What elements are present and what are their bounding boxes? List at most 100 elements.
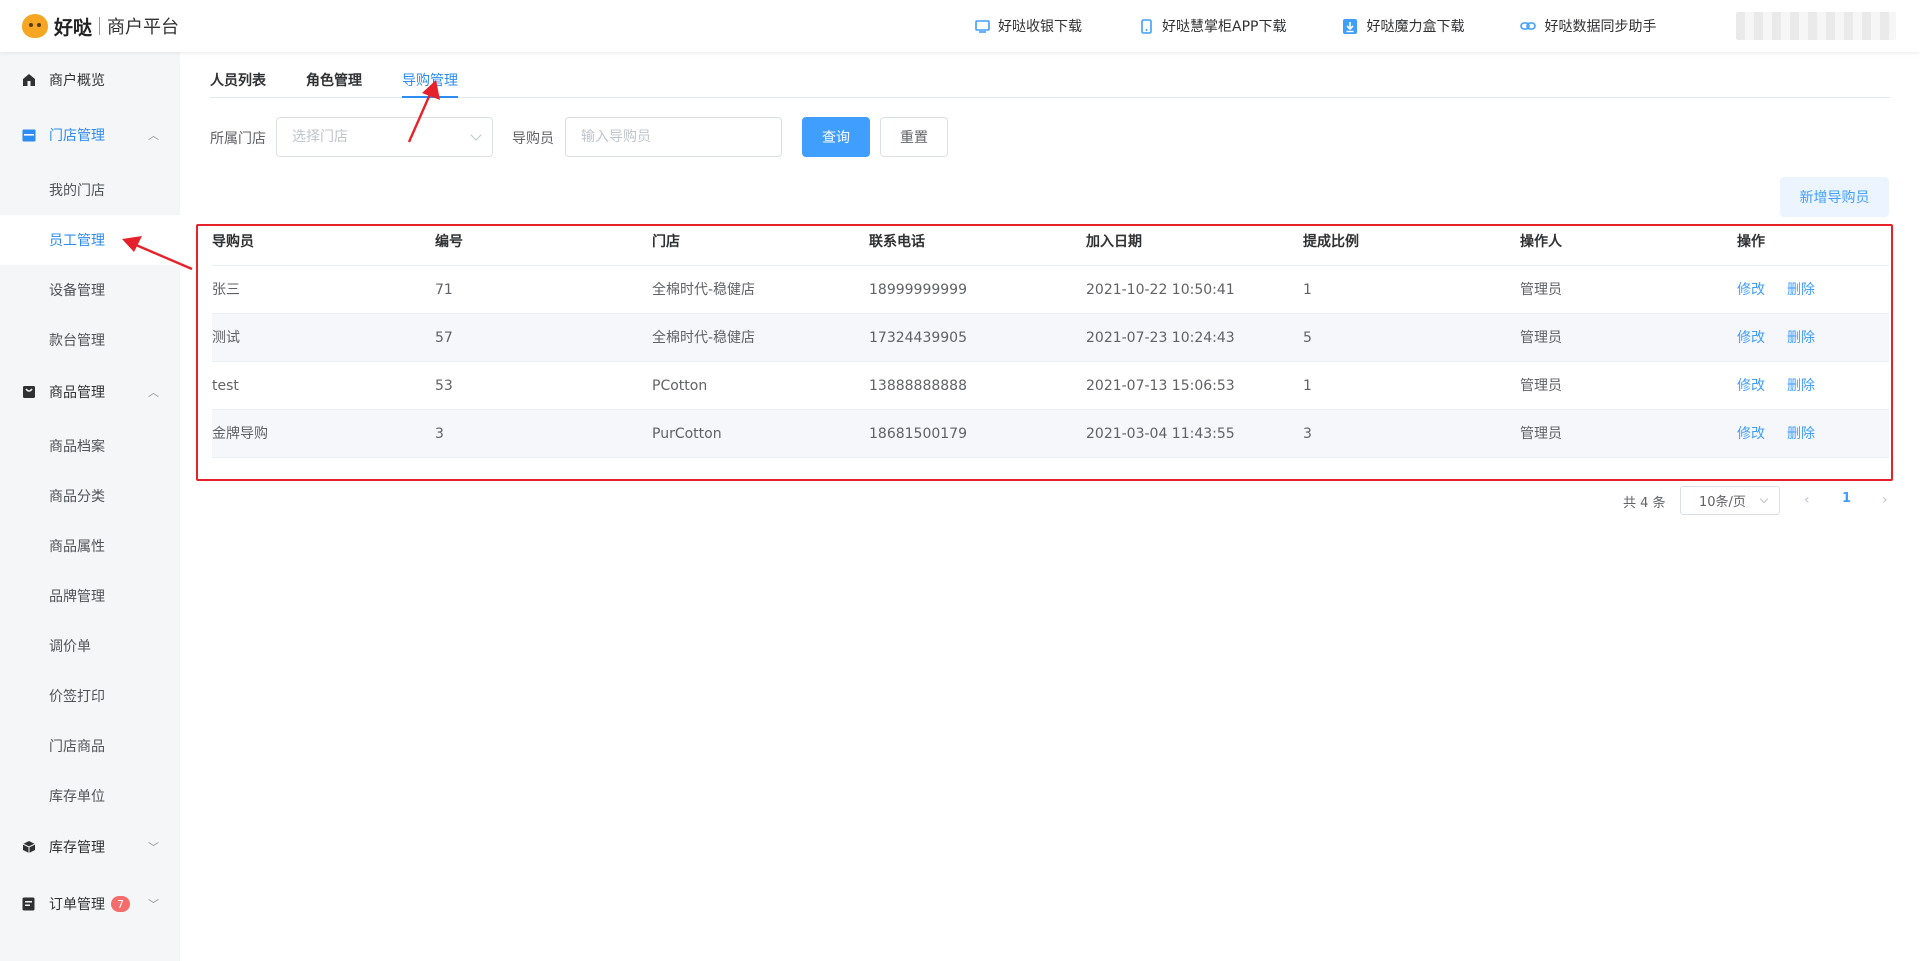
cell-name: test	[212, 378, 239, 394]
header-link-magicbox-download[interactable]: 好哒魔力盒下载	[1342, 16, 1464, 36]
sidebar-item-stock-unit[interactable]: 库存单位	[0, 771, 180, 821]
sidebar-item-goods-attribute[interactable]: 商品属性	[0, 521, 180, 571]
add-guide-button[interactable]: 新增导购员	[1780, 177, 1889, 217]
sidebar-group-stock[interactable]: 库存管理 ﹀	[0, 822, 180, 872]
sidebar-item-label: 我的门店	[49, 183, 105, 199]
sidebar-item-label: 门店管理	[49, 128, 105, 144]
brand-name: 好哒	[54, 16, 93, 39]
store-icon	[21, 128, 36, 143]
brand-logo[interactable]: 好哒 商户平台	[22, 13, 179, 39]
tab-role-mgmt[interactable]: 角色管理	[306, 70, 362, 98]
header-link-sync-assistant[interactable]: 好哒数据同步助手	[1520, 16, 1656, 36]
cell-date: 2021-07-23 10:24:43	[1086, 330, 1235, 346]
table-highlight-frame: 导购员 编号 门店 联系电话 加入日期 提成比例 操作人 操作 张三 71 全棉…	[196, 224, 1893, 481]
edit-link[interactable]: 修改	[1737, 314, 1765, 362]
sidebar-group-goods[interactable]: 商品管理 ︿	[0, 367, 180, 417]
sidebar-item-label: 调价单	[49, 639, 91, 655]
table-row: 金牌导购 3 PurCotton 18681500179 2021-03-04 …	[212, 410, 1889, 458]
logo-icon	[22, 14, 48, 38]
chevron-up-icon: ︿	[148, 386, 159, 399]
monitor-icon	[974, 18, 990, 34]
sidebar-item-goods-archive[interactable]: 商品档案	[0, 421, 180, 471]
sidebar-item-device[interactable]: 设备管理	[0, 265, 180, 315]
goods-icon	[21, 385, 36, 400]
query-button[interactable]: 查询	[802, 117, 870, 157]
phone-icon	[1138, 18, 1154, 34]
tab-guide-mgmt[interactable]: 导购管理	[402, 70, 458, 98]
store-select[interactable]	[276, 117, 493, 157]
cell-code: 3	[435, 426, 444, 442]
cell-name: 张三	[212, 282, 240, 298]
sidebar-item-price-tag-print[interactable]: 价签打印	[0, 671, 180, 721]
chevron-down-icon: ﹀	[148, 898, 159, 911]
cell-date: 2021-03-04 11:43:55	[1086, 426, 1235, 442]
prev-page-icon[interactable]: ‹	[1804, 492, 1810, 508]
guide-input-box[interactable]	[565, 117, 782, 157]
sidebar-item-label: 库存单位	[49, 789, 105, 805]
header-download-links: 好哒收银下载 好哒慧掌柜APP下载 好哒魔力盒下载 好哒数据同步助手	[974, 0, 1712, 52]
delete-link[interactable]: 删除	[1787, 410, 1815, 458]
box-icon	[21, 840, 36, 855]
page-number-current[interactable]: 1	[1842, 491, 1851, 506]
cell-date: 2021-07-13 15:06:53	[1086, 378, 1235, 394]
tab-staff-list[interactable]: 人员列表	[210, 70, 266, 98]
edit-link[interactable]: 修改	[1737, 362, 1765, 410]
edit-link[interactable]: 修改	[1737, 266, 1765, 314]
user-account-blurred[interactable]	[1736, 12, 1896, 40]
sidebar-item-label: 门店商品	[49, 739, 105, 755]
sidebar-item-store-goods[interactable]: 门店商品	[0, 721, 180, 771]
cell-name: 金牌导购	[212, 426, 268, 442]
cell-name: 测试	[212, 330, 240, 346]
edit-link[interactable]: 修改	[1737, 410, 1765, 458]
cell-code: 53	[435, 378, 453, 394]
cell-phone: 13888888888	[869, 378, 967, 394]
cell-ratio: 1	[1303, 282, 1312, 298]
header-link-app-download[interactable]: 好哒慧掌柜APP下载	[1138, 16, 1286, 36]
delete-link[interactable]: 删除	[1787, 362, 1815, 410]
column-header: 操作人	[1520, 234, 1562, 250]
delete-link[interactable]: 删除	[1787, 266, 1815, 314]
column-header: 加入日期	[1086, 234, 1142, 250]
brand-divider	[99, 17, 101, 35]
guide-search-input[interactable]	[581, 129, 781, 145]
cell-store: PurCotton	[652, 426, 722, 442]
sidebar-item-staff[interactable]: 员工管理	[0, 215, 180, 265]
brand-subtitle: 商户平台	[107, 17, 180, 38]
delete-link[interactable]: 删除	[1787, 314, 1815, 362]
sidebar-item-label: 商品管理	[49, 385, 105, 401]
column-header: 编号	[435, 234, 463, 250]
header-link-cashier-download[interactable]: 好哒收银下载	[974, 16, 1082, 36]
sidebar-item-goods-category[interactable]: 商品分类	[0, 471, 180, 521]
sidebar-item-my-store[interactable]: 我的门店	[0, 165, 180, 215]
cell-phone: 18681500179	[869, 426, 967, 442]
sidebar-item-label: 品牌管理	[49, 589, 105, 605]
sidebar-item-brand[interactable]: 品牌管理	[0, 571, 180, 621]
page-size-select[interactable]: 10条/页	[1680, 486, 1780, 515]
sidebar-item-price-adjust[interactable]: 调价单	[0, 621, 180, 671]
sidebar-item-label: 商品档案	[49, 439, 105, 455]
sidebar-group-order[interactable]: 订单管理 7 ﹀	[0, 879, 180, 929]
sidebar-item-label: 商品属性	[49, 539, 105, 555]
sidebar-group-store[interactable]: 门店管理 ︿	[0, 110, 180, 160]
sidebar-nav: 商户概览 门店管理 ︿ 我的门店 员工管理 设备管理 款台管理 商品管理 ︿ 商…	[0, 52, 180, 961]
chevron-up-icon: ︿	[148, 129, 159, 142]
sidebar-item-counter[interactable]: 款台管理	[0, 315, 180, 365]
download-icon	[1342, 18, 1358, 34]
cell-phone: 18999999999	[869, 282, 967, 298]
table-row: 张三 71 全棉时代-稳健店 18999999999 2021-10-22 10…	[212, 266, 1889, 314]
sidebar-item-label: 员工管理	[49, 233, 105, 249]
link-icon	[1520, 18, 1537, 34]
chevron-down-icon	[1759, 494, 1769, 504]
cell-date: 2021-10-22 10:50:41	[1086, 282, 1235, 298]
sidebar-item-overview[interactable]: 商户概览	[0, 55, 180, 105]
header-link-label: 好哒魔力盒下载	[1366, 19, 1465, 35]
next-page-icon[interactable]: ›	[1882, 492, 1888, 508]
reset-button[interactable]: 重置	[880, 117, 948, 157]
store-select-input[interactable]	[292, 129, 492, 145]
home-icon	[21, 73, 36, 88]
cell-ratio: 5	[1303, 330, 1312, 346]
cell-ratio: 3	[1303, 426, 1312, 442]
sidebar-item-label: 库存管理	[49, 840, 105, 856]
header-link-label: 好哒慧掌柜APP下载	[1162, 19, 1287, 35]
cell-operator: 管理员	[1520, 378, 1562, 394]
